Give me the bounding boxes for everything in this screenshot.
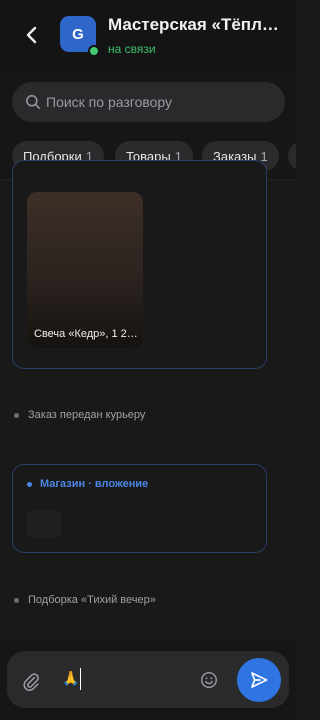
chat-status: на связи — [108, 42, 156, 56]
back-chevron-icon[interactable] — [22, 25, 42, 45]
online-indicator — [88, 45, 100, 57]
attachment-thumbnail[interactable] — [27, 510, 61, 538]
smiley-icon[interactable] — [200, 671, 218, 689]
paperclip-icon[interactable] — [22, 671, 40, 691]
product-label: Свеча «Кедр», 1 2… — [34, 328, 138, 340]
search-bar — [0, 70, 296, 135]
event-dot — [14, 597, 19, 603]
product-thumbnail[interactable]: Свеча «Кедр», 1 2… — [27, 192, 143, 348]
send-icon — [251, 672, 268, 688]
attachment-title: Магазин · вложение — [40, 478, 149, 490]
chip-more[interactable] — [288, 141, 296, 171]
system-event: Подборка «Тихий вечер» — [14, 594, 156, 606]
search-field[interactable] — [12, 82, 285, 122]
event-text: Подборка «Тихий вечер» — [28, 594, 156, 606]
send-button[interactable] — [237, 658, 281, 702]
product-message-card: Свеча «Кедр», 1 2… — [12, 160, 267, 369]
attachment-dot — [27, 481, 32, 487]
event-dot — [14, 412, 19, 418]
system-event: Заказ передан курьеру — [14, 409, 145, 421]
attachment-header: Магазин · вложение — [27, 478, 148, 490]
search-input[interactable] — [46, 82, 271, 122]
chat-header: G Мастерская «Тёплый свет» на связи — [0, 0, 296, 71]
event-text: Заказ передан курьеру — [28, 409, 146, 421]
message-input[interactable] — [62, 668, 81, 690]
attachment-message-card: Магазин · вложение — [12, 464, 267, 553]
search-icon — [26, 95, 40, 109]
chat-title[interactable]: Мастерская «Тёплый свет» — [108, 15, 292, 35]
